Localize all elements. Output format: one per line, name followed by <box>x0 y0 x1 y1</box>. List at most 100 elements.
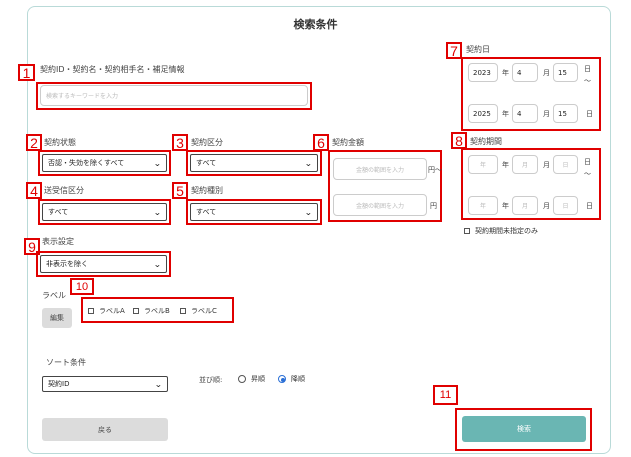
sender-category-label: 送受信区分 <box>44 186 84 195</box>
contract-category-label: 契約区分 <box>191 138 223 147</box>
checkbox-icon[interactable] <box>180 308 186 314</box>
contract-type-select[interactable]: すべて ⌄ <box>190 203 318 221</box>
amount-from-placeholder: 金額の範囲を入力 <box>355 166 404 174</box>
date-to-year-unit: 年 <box>502 110 509 118</box>
keyword-placeholder: 検索するキーワードを入力 <box>46 93 119 100</box>
period-from-day-placeholder: 日 <box>562 162 569 169</box>
keyword-input[interactable]: 検索するキーワードを入力 <box>40 85 308 106</box>
label-a-checkbox[interactable]: ラベルA <box>88 306 125 316</box>
sort-select[interactable]: 契約ID ⌄ <box>42 376 168 392</box>
label-b-text: ラベルB <box>144 307 170 315</box>
date-from-year-unit: 年 <box>502 69 509 77</box>
period-from-year-placeholder: 年 <box>479 162 486 169</box>
chevron-down-icon: ⌄ <box>304 207 313 217</box>
sort-label: ソート条件 <box>46 358 86 367</box>
date-to-year[interactable]: 2025 <box>468 104 498 123</box>
marker-7: 7 <box>446 42 462 59</box>
chevron-down-icon: ⌄ <box>153 207 162 217</box>
label-b-checkbox[interactable]: ラベルB <box>133 306 170 316</box>
contract-status-value: 否認・失効を除くすべて <box>48 159 125 167</box>
contract-status-label: 契約状態 <box>44 138 76 147</box>
back-button[interactable]: 戻る <box>42 418 168 441</box>
marker-6: 6 <box>313 134 329 151</box>
date-from-day[interactable]: 15 <box>553 63 578 82</box>
checkbox-icon[interactable] <box>133 308 139 314</box>
marker-8: 8 <box>451 132 467 149</box>
period-to-year[interactable]: 年 <box>468 196 498 215</box>
period-to-year-unit: 年 <box>502 202 509 210</box>
period-from-month-unit: 月 <box>543 161 550 169</box>
marker-4: 4 <box>26 182 42 199</box>
sort-asc-radio[interactable]: 昇順 <box>238 374 265 384</box>
period-from-day-unit: 日 <box>584 158 591 166</box>
contract-category-select[interactable]: すべて ⌄ <box>190 154 318 172</box>
label-c-text: ラベルC <box>191 307 217 315</box>
marker-11: 11 <box>433 385 458 405</box>
sort-desc-label: 降順 <box>291 375 305 383</box>
sort-desc-radio[interactable]: 降順 <box>278 374 305 384</box>
contract-period-label: 契約期間 <box>470 137 502 146</box>
display-value: 非表示を除く <box>46 260 88 268</box>
amount-from-input[interactable]: 金額の範囲を入力 <box>333 158 427 180</box>
chevron-down-icon: ⌄ <box>153 158 162 168</box>
date-from-month[interactable]: 4 <box>512 63 538 82</box>
date-tilde: 〜 <box>584 77 591 85</box>
contract-category-value: すべて <box>196 159 217 167</box>
chevron-down-icon: ⌄ <box>153 259 162 269</box>
date-to-day[interactable]: 15 <box>553 104 578 123</box>
marker-1: 1 <box>18 64 35 81</box>
labels-label: ラベル <box>42 291 66 300</box>
amount-to-input[interactable]: 金額の範囲を入力 <box>333 194 427 216</box>
marker-5: 5 <box>172 182 188 199</box>
display-select[interactable]: 非表示を除く ⌄ <box>40 255 167 273</box>
date-to-month[interactable]: 4 <box>512 104 538 123</box>
page-title: 検索条件 <box>293 18 338 31</box>
period-from-year-unit: 年 <box>502 161 509 169</box>
date-from-month-unit: 月 <box>543 69 550 77</box>
label-c-checkbox[interactable]: ラベルC <box>180 306 217 316</box>
search-button[interactable]: 検索 <box>462 416 586 442</box>
amount-to-placeholder: 金額の範囲を入力 <box>355 202 404 210</box>
period-from-day[interactable]: 日 <box>553 155 578 174</box>
period-to-month-unit: 月 <box>543 202 550 210</box>
period-from-month-placeholder: 月 <box>521 162 528 169</box>
period-to-year-placeholder: 年 <box>479 203 486 210</box>
period-to-month[interactable]: 月 <box>512 196 538 215</box>
labels-edit-button[interactable]: 編集 <box>42 308 72 328</box>
period-from-year[interactable]: 年 <box>468 155 498 174</box>
keyword-label: 契約ID・契約名・契約相手名・補足情報 <box>40 65 185 74</box>
label-a-text: ラベルA <box>99 307 125 315</box>
checkbox-icon[interactable] <box>88 308 94 314</box>
contract-date-label: 契約日 <box>466 45 490 54</box>
date-from-year[interactable]: 2023 <box>468 63 498 82</box>
period-to-day[interactable]: 日 <box>553 196 578 215</box>
period-to-month-placeholder: 月 <box>521 203 528 210</box>
period-to-day-unit: 日 <box>586 202 593 210</box>
period-tilde: 〜 <box>584 170 591 178</box>
amount-to-unit: 円 <box>430 202 437 210</box>
display-label: 表示設定 <box>42 237 74 246</box>
period-to-day-placeholder: 日 <box>562 203 569 210</box>
chevron-down-icon: ⌄ <box>154 379 163 389</box>
period-from-month[interactable]: 月 <box>512 155 538 174</box>
radio-icon[interactable] <box>238 375 246 383</box>
chevron-down-icon: ⌄ <box>304 158 313 168</box>
amount-from-unit: 円〜 <box>428 166 442 174</box>
sort-order-label: 並び順: <box>199 376 223 384</box>
marker-3: 3 <box>172 134 188 151</box>
contract-type-value: すべて <box>196 208 217 216</box>
period-unspecified-checkbox[interactable]: 契約期間未指定のみ <box>464 226 538 236</box>
radio-selected-icon[interactable] <box>278 375 286 383</box>
marker-10: 10 <box>70 278 94 295</box>
contract-status-select[interactable]: 否認・失効を除くすべて ⌄ <box>42 154 167 172</box>
date-to-month-unit: 月 <box>543 110 550 118</box>
sender-category-select[interactable]: すべて ⌄ <box>42 203 167 221</box>
sort-value: 契約ID <box>48 380 70 388</box>
period-unspecified-label: 契約期間未指定のみ <box>475 227 538 235</box>
amount-label: 契約金額 <box>332 138 364 147</box>
contract-type-label: 契約種別 <box>191 186 223 195</box>
marker-2: 2 <box>26 134 42 151</box>
sort-asc-label: 昇順 <box>251 375 265 383</box>
checkbox-icon[interactable] <box>464 228 470 234</box>
date-to-day-unit: 日 <box>586 110 593 118</box>
